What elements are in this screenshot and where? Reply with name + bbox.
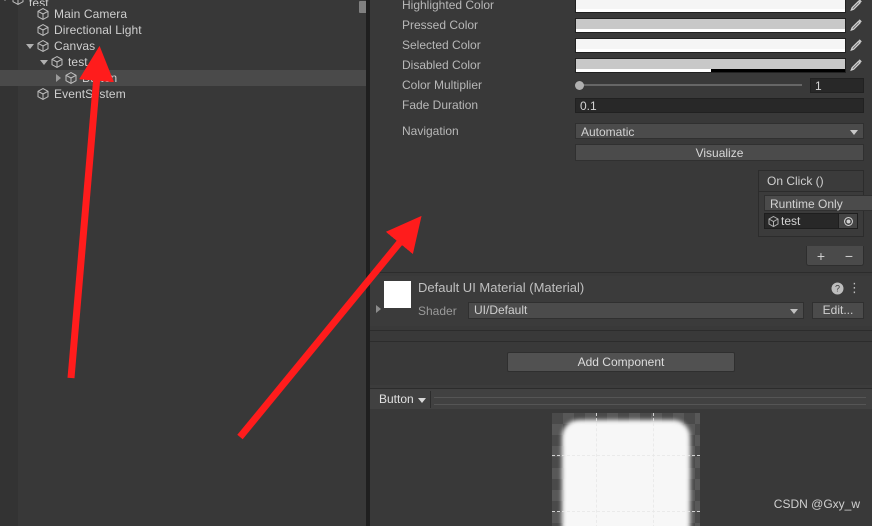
hierarchy-row-label: EventSystem [54, 87, 126, 101]
on-click-section: On Click () Runtime Only No Function [758, 170, 872, 237]
add-component-button[interactable]: Add Component [507, 352, 735, 372]
color-multiplier-slider[interactable] [575, 77, 806, 93]
field-label: Color Multiplier [402, 78, 483, 92]
material-section: Default UI Material (Material) ? ⋮ Shade… [370, 276, 872, 326]
preview-toolbar: Button [370, 388, 872, 411]
field-label: Selected Color [402, 38, 481, 52]
inspector-panel[interactable]: Highlighted Color Pressed Color Selected… [370, 0, 872, 526]
material-title: Default UI Material (Material) [418, 280, 585, 295]
object-picker-icon[interactable] [838, 214, 857, 228]
gameobject-icon [767, 215, 780, 228]
field-highlighted-color[interactable]: Highlighted Color [370, 0, 872, 14]
field-label: Navigation [402, 124, 459, 138]
on-click-object-row: test [764, 213, 858, 229]
section-divider [370, 341, 872, 342]
fade-duration-input[interactable]: 0.1 [575, 97, 864, 113]
nine-slice-guide [653, 413, 654, 526]
eyedropper-icon[interactable] [848, 0, 864, 13]
preview-pane: Button CSDN @Gxy_w [370, 385, 872, 526]
twirl-right-icon[interactable] [376, 305, 381, 313]
preview-target-value: Button [379, 392, 414, 406]
watermark-text: CSDN @Gxy_w [773, 497, 860, 511]
remove-event-button[interactable]: − [845, 247, 853, 265]
chevron-down-icon [850, 130, 858, 135]
hierarchy-row-label: test [68, 55, 88, 69]
row-visualize[interactable]: Visualize [370, 143, 872, 161]
call-mode-dropdown[interactable]: Runtime Only [764, 195, 872, 211]
hierarchy-tree: test Main Camera Directional Light [0, 0, 370, 102]
navigation-dropdown[interactable]: Automatic [575, 123, 864, 139]
preview-drag-grip[interactable] [434, 397, 866, 405]
on-click-add-remove-controls: + − [806, 246, 864, 266]
svg-text:?: ? [835, 284, 840, 294]
preview-target-dropdown[interactable]: Button [374, 391, 431, 408]
call-mode-value: Runtime Only [770, 197, 843, 211]
hierarchy-row-button[interactable]: Button [0, 70, 370, 86]
hierarchy-row-test[interactable]: test [0, 54, 370, 70]
hierarchy-panel[interactable]: test Main Camera Directional Light [0, 0, 370, 526]
preview-canvas: CSDN @Gxy_w [370, 409, 872, 526]
on-click-header: On Click () [759, 171, 863, 192]
field-navigation[interactable]: Navigation Automatic [370, 122, 872, 140]
field-label: Highlighted Color [402, 0, 495, 12]
gameobject-icon [50, 55, 64, 69]
add-event-button[interactable]: + [817, 247, 825, 265]
hierarchy-row-directional-light[interactable]: Directional Light [0, 22, 370, 38]
eyedropper-icon[interactable] [848, 18, 864, 33]
nine-slice-guide [552, 455, 700, 456]
hierarchy-row-label: Canvas [54, 39, 96, 53]
hierarchy-row-main-camera[interactable]: Main Camera [0, 6, 370, 22]
visualize-button[interactable]: Visualize [575, 143, 864, 161]
twirl-down-icon[interactable] [39, 54, 50, 70]
hierarchy-row-eventsystem[interactable]: EventSystem [0, 86, 370, 102]
hierarchy-row-label: Main Camera [54, 7, 128, 21]
field-label: Pressed Color [402, 18, 479, 32]
chevron-down-icon [790, 309, 798, 314]
slider-handle[interactable] [575, 81, 584, 90]
color-swatch-selected[interactable] [575, 37, 846, 53]
help-icon[interactable]: ? [831, 282, 844, 295]
material-preview-swatch [384, 281, 411, 308]
hierarchy-row-label: Directional Light [54, 23, 142, 37]
section-divider [370, 272, 872, 273]
chevron-down-icon [417, 398, 426, 403]
sprite-preview [552, 413, 700, 526]
field-disabled-color[interactable]: Disabled Color [370, 56, 872, 74]
shader-edit-button[interactable]: Edit... [812, 302, 864, 319]
on-click-entry-row: Runtime Only No Function [764, 195, 872, 211]
navigation-value: Automatic [581, 125, 635, 139]
field-selected-color[interactable]: Selected Color [370, 36, 872, 54]
color-swatch-highlighted[interactable] [575, 0, 846, 13]
gameobject-icon [36, 7, 50, 21]
field-color-multiplier[interactable]: Color Multiplier 1 [370, 76, 872, 94]
color-swatch-disabled[interactable] [575, 57, 846, 73]
kebab-menu-icon[interactable]: ⋮ [848, 281, 861, 294]
nine-slice-guide [596, 413, 597, 526]
hierarchy-row-label: Button [82, 71, 118, 85]
eyedropper-icon[interactable] [848, 58, 864, 73]
gameobject-icon [36, 23, 50, 37]
gameobject-icon [36, 87, 50, 101]
field-pressed-color[interactable]: Pressed Color [370, 16, 872, 34]
shader-value: UI/Default [474, 303, 528, 317]
twirl-right-icon[interactable] [53, 70, 64, 86]
hierarchy-row-canvas[interactable]: Canvas [0, 38, 370, 54]
gameobject-icon [36, 39, 50, 53]
eyedropper-icon[interactable] [848, 38, 864, 53]
nine-slice-guide [552, 511, 700, 512]
gameobject-icon [64, 71, 78, 85]
twirl-down-icon[interactable] [25, 38, 36, 54]
shader-label: Shader [418, 304, 457, 318]
field-label: Fade Duration [402, 98, 479, 112]
shader-dropdown[interactable]: UI/Default [468, 302, 804, 319]
section-divider [370, 330, 872, 331]
field-label: Disabled Color [402, 58, 481, 72]
field-fade-duration[interactable]: Fade Duration 0.1 [370, 96, 872, 114]
object-reference-field[interactable]: test [764, 213, 858, 229]
color-swatch-pressed[interactable] [575, 17, 846, 33]
object-reference-name: test [781, 214, 801, 228]
color-multiplier-value[interactable]: 1 [810, 77, 864, 93]
